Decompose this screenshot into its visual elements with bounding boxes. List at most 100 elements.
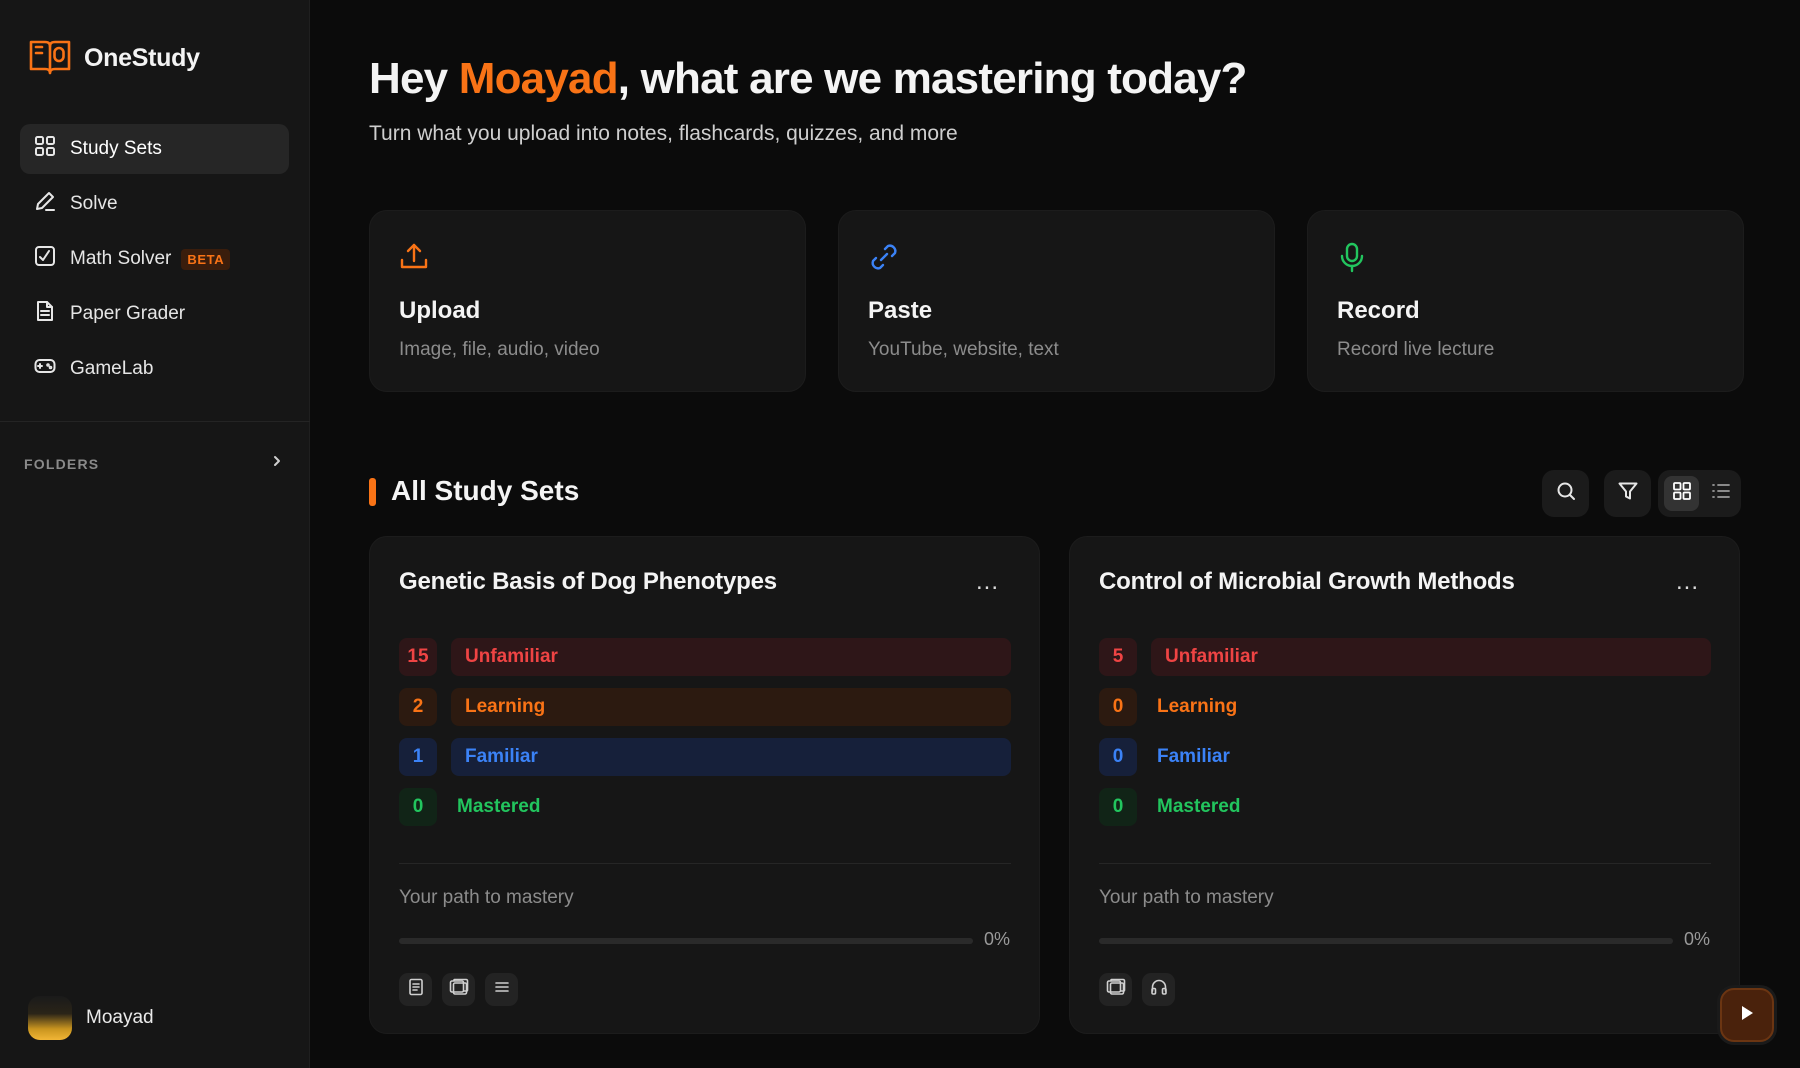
sidebar-item-label: Paper Grader xyxy=(70,303,186,324)
sidebar-divider xyxy=(0,421,310,422)
stat-label: Unfamiliar xyxy=(451,638,1011,676)
user-profile[interactable]: Moayad xyxy=(28,996,154,1040)
audio-button[interactable] xyxy=(1142,973,1175,1006)
document-icon xyxy=(34,300,56,328)
user-name: Moayad xyxy=(86,1007,154,1028)
grid-view-button[interactable] xyxy=(1664,476,1699,511)
stat-row-unfamiliar: 5 Unfamiliar xyxy=(1099,638,1711,676)
stat-label: Learning xyxy=(1157,696,1238,717)
greeting-prefix: Hey xyxy=(369,54,459,103)
sidebar-item-gamelab[interactable]: GameLab xyxy=(20,344,289,394)
upload-icon xyxy=(399,241,429,276)
link-icon xyxy=(868,241,900,278)
user-first-name: Moayad xyxy=(458,54,619,103)
sidebar-item-study-sets[interactable]: Study Sets xyxy=(20,124,289,174)
sidebar-item-label: Math Solver xyxy=(70,248,172,269)
action-subtitle: Image, file, audio, video xyxy=(399,339,600,360)
study-set-title: Control of Microbial Growth Methods xyxy=(1099,568,1515,595)
action-title: Record xyxy=(1337,297,1420,324)
brand-name: OneStudy xyxy=(84,44,200,72)
stat-label: Unfamiliar xyxy=(1151,638,1711,676)
stat-count: 15 xyxy=(399,638,437,676)
folders-label: FOLDERS xyxy=(24,455,100,472)
list-icon xyxy=(493,978,511,1001)
stat-row-learning: 2 Learning xyxy=(399,688,1011,726)
stat-label: Learning xyxy=(451,688,1011,726)
action-subtitle: Record live lecture xyxy=(1337,339,1495,360)
folders-toggle[interactable]: FOLDERS xyxy=(24,454,284,473)
stat-label: Mastered xyxy=(1157,796,1241,817)
page-title: Hey Moayad, what are we mastering today? xyxy=(369,54,1247,104)
sidebar-nav: Study Sets Solve Math Solver BETA Paper xyxy=(20,124,289,399)
study-set-card[interactable]: Control of Microbial Growth Methods ... … xyxy=(1069,536,1740,1034)
stat-row-learning: 0 Learning xyxy=(1099,688,1711,726)
sidebar-item-math-solver[interactable]: Math Solver BETA xyxy=(20,234,289,284)
upload-card[interactable]: Upload Image, file, audio, video xyxy=(369,210,806,392)
stat-count: 0 xyxy=(1099,688,1137,726)
stat-count: 2 xyxy=(399,688,437,726)
card-divider xyxy=(399,863,1011,864)
chevron-right-icon xyxy=(270,454,284,473)
stat-label: Mastered xyxy=(457,796,541,817)
sidebar-item-solve[interactable]: Solve xyxy=(20,179,289,229)
grid-icon xyxy=(1672,481,1692,506)
study-tools xyxy=(399,973,518,1006)
mastery-progress-bar xyxy=(1099,938,1673,944)
action-title: Paste xyxy=(868,297,933,324)
notes-button[interactable] xyxy=(399,973,432,1006)
sidebar: OneStudy Study Sets Solve Math Solver BE… xyxy=(0,0,310,1068)
greeting-suffix: , what are we mastering today? xyxy=(617,54,1248,103)
headphones-icon xyxy=(1150,978,1168,1001)
more-options-button[interactable]: ... xyxy=(1676,570,1699,594)
flashcards-icon xyxy=(1106,978,1126,1001)
more-options-button[interactable]: ... xyxy=(976,570,999,594)
stat-count: 5 xyxy=(1099,638,1137,676)
filter-icon xyxy=(1617,480,1639,507)
stat-row-unfamiliar: 15 Unfamiliar xyxy=(399,638,1011,676)
stat-count: 0 xyxy=(399,788,437,826)
flashcards-icon xyxy=(449,978,469,1001)
flashcards-button[interactable] xyxy=(442,973,475,1006)
notes-icon xyxy=(407,978,425,1001)
beta-badge: BETA xyxy=(181,248,231,270)
record-card[interactable]: Record Record live lecture xyxy=(1307,210,1744,392)
stat-label: Familiar xyxy=(451,738,1011,776)
stat-label: Familiar xyxy=(1157,746,1230,767)
play-button[interactable] xyxy=(1720,988,1774,1042)
sidebar-item-paper-grader[interactable]: Paper Grader xyxy=(20,289,289,339)
mastery-progress-bar xyxy=(399,938,973,944)
mastery-progress-percent: 0% xyxy=(983,929,1010,949)
card-divider xyxy=(1099,863,1711,864)
math-icon xyxy=(34,245,56,273)
study-tools xyxy=(1099,973,1175,1006)
list-icon xyxy=(1711,481,1731,506)
brand[interactable]: OneStudy xyxy=(28,36,200,81)
quiz-list-button[interactable] xyxy=(485,973,518,1006)
stat-row-familiar: 0 Familiar xyxy=(1099,738,1711,776)
stat-row-mastered: 0 Mastered xyxy=(1099,788,1711,826)
study-set-title: Genetic Basis of Dog Phenotypes xyxy=(399,568,777,595)
mastery-path-label: Your path to mastery xyxy=(399,887,574,908)
grid-icon xyxy=(34,135,56,163)
action-title: Upload xyxy=(399,297,481,324)
stat-row-familiar: 1 Familiar xyxy=(399,738,1011,776)
search-icon xyxy=(1555,480,1577,507)
paste-card[interactable]: Paste YouTube, website, text xyxy=(838,210,1275,392)
stat-count: 0 xyxy=(1099,738,1137,776)
filter-button[interactable] xyxy=(1604,470,1651,517)
play-icon xyxy=(1739,1004,1755,1027)
list-view-button[interactable] xyxy=(1703,476,1738,511)
search-button[interactable] xyxy=(1542,470,1589,517)
sidebar-item-label: Study Sets xyxy=(70,138,162,159)
study-set-card[interactable]: Genetic Basis of Dog Phenotypes ... 15 U… xyxy=(369,536,1040,1034)
section-accent-bar xyxy=(369,478,376,506)
page-subtitle: Turn what you upload into notes, flashca… xyxy=(369,122,958,145)
sidebar-item-label: GameLab xyxy=(70,358,154,379)
avatar xyxy=(28,996,72,1040)
gamepad-icon xyxy=(34,355,56,383)
view-toggle xyxy=(1658,470,1741,517)
main-content: Hey Moayad, what are we mastering today?… xyxy=(310,0,1800,1068)
mastery-progress-percent: 0% xyxy=(1683,929,1710,949)
flashcards-button[interactable] xyxy=(1099,973,1132,1006)
stat-row-mastered: 0 Mastered xyxy=(399,788,1011,826)
